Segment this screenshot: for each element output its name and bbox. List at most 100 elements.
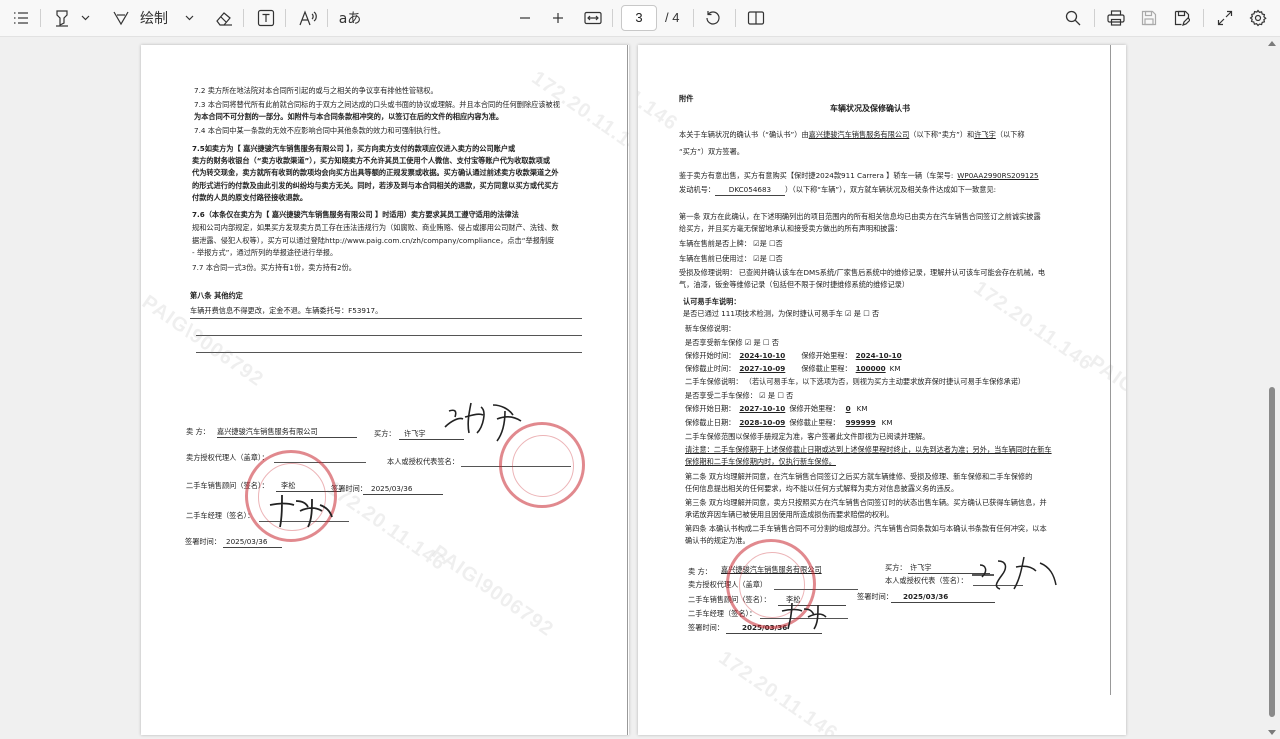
buyer-rep-label: 本人或授权代表（签名）：	[885, 576, 968, 585]
clause-line: 规和公司内部规定，如果买方发现卖方员工存在违法违规行为（如腐败、商业贿赂、侵占或…	[192, 223, 559, 232]
clause-line: 7.6（本条仅在卖方为【 嘉兴捷骏汽车销售服务有限公司 】时适用）卖方要求其员工…	[192, 210, 519, 219]
buyer-label: 买方：	[885, 563, 907, 572]
section8-text: 车辆开费信息不得更改，定金不退。车辆委托号：F53917。	[190, 306, 383, 315]
page-number-input[interactable]: 3	[621, 5, 657, 31]
read-aloud-icon[interactable]	[295, 5, 321, 31]
buyer-signature-icon	[972, 556, 1057, 590]
toolbar-separator	[1203, 9, 1204, 27]
used-warranty-question: 是否享受二手车保修： ☑ 是 ☐ 否	[685, 391, 794, 400]
toolbar: 绘制 aあ 3 / 4	[0, 0, 1280, 37]
article1-line-2: 给买方，并且买方毫无保留地承认和接受卖方做出的所有声明和披露：	[679, 224, 902, 233]
watermark-text: 172.20.11.146	[969, 276, 1097, 376]
scope-line-1: 二手车保修范围以保修手册规定为准，客户签署此文件即视为已阅读并理解。	[685, 432, 930, 441]
clause-line: 7.4 本合同中某一条款的无效不应影响合同中其他条款的效力和可强制执行性。	[194, 126, 445, 135]
repair-line-1: 受损及修理说明： 已查阅并确认该车在DMS系统/厂家售后系统中的维修记录，理解并…	[679, 268, 1046, 277]
sign-date-label: 签署时间：	[857, 592, 893, 601]
page-view-icon[interactable]	[744, 5, 768, 31]
page-total: / 4	[665, 10, 680, 25]
toolbar-separator	[285, 9, 286, 27]
attachment-label: 附件	[679, 94, 694, 103]
manager-signature-icon	[781, 602, 827, 630]
listed-check: 车辆在售前是否上牌： ☑是 ☐否	[679, 239, 783, 248]
toolbar-separator	[40, 9, 41, 27]
save-as-icon[interactable]	[1170, 5, 1194, 31]
used-warranty-end-row: 保修截止日期： 2028-10-09 保修截止里程： 999999 KM	[685, 418, 893, 427]
certified-title: 认可易手车说明：	[683, 297, 741, 306]
clause-line: 7.5如卖方为【 嘉兴捷骏汽车销售服务有限公司 】，买方向卖方支付的款项应仅进入…	[192, 144, 516, 153]
section8-title: 第八条 其他约定	[190, 291, 243, 300]
fit-width-icon[interactable]	[580, 5, 606, 31]
chevron-down-icon[interactable]	[181, 5, 197, 31]
save-icon[interactable]	[1137, 5, 1161, 31]
watermark-text: PAIG\9006792	[1084, 351, 1126, 452]
new-warranty-start-row: 保修开始时间： 2024-10-10 保修开始里程： 2024-10-10	[685, 351, 902, 360]
intro-line-2: “买方”）双方签署。	[679, 147, 744, 156]
new-warranty-end-row: 保修截止时间： 2027-10-09 保修截止里程： 100000 KM	[685, 364, 901, 373]
page-edge	[1110, 45, 1111, 695]
toolbar-separator	[735, 9, 736, 27]
intro-line-1: 本关于车辆状况的确认书（“确认书”）由嘉兴捷骏汽车销售服务有限公司（以下称“卖方…	[679, 130, 1025, 139]
scroll-down-arrow-icon[interactable]	[1268, 730, 1276, 735]
document-viewer[interactable]: 7.2 卖方所在地法院对本合同所引起的或与之相关的争议享有排他性管辖权。 7.3 …	[0, 37, 1264, 739]
watermark-text: 172.20.11.146	[714, 646, 842, 735]
article4-line-2: 确认书的规定为准。	[685, 536, 750, 545]
repair-line-2: 气，油漆，钣金等维修记录（包括但不限于保时捷维修系统的维修记录）	[679, 280, 910, 289]
confirmation-title: 车辆状况及保修确认书	[830, 104, 910, 113]
draw-icon	[113, 11, 129, 26]
vertical-scrollbar[interactable]	[1264, 37, 1280, 739]
clause-line: 7.7 本合同一式3份。买方持有1份，卖方持有2份。	[192, 263, 356, 272]
sign-date: 2025/03/36	[363, 483, 443, 495]
clause-line: 为本合同不可分割的一部分。如附件与本合同条款相冲突的，以签订在后的文件的相应内容…	[194, 112, 504, 121]
text-options-button[interactable]: aあ	[336, 5, 364, 31]
clause-line: 据泄露、侵犯人权等），买方可以通过登陆http://www.paig.com.c…	[192, 236, 555, 245]
document-page-left: 7.2 卖方所在地法院对本合同所引起的或与之相关的争议享有排他性管辖权。 7.3 …	[141, 45, 629, 735]
buyer-signature-icon	[444, 402, 522, 442]
draw-button[interactable]: 绘制	[112, 5, 192, 31]
blank-line	[196, 335, 582, 336]
bottom-date-label: 签署时间：	[688, 623, 724, 632]
watermark-text: PAIG\9006792	[427, 541, 558, 642]
seller-label: 卖 方：	[186, 427, 210, 436]
toolbar-separator	[612, 9, 613, 27]
contents-list-icon[interactable]	[8, 5, 34, 31]
seller-agent-label: 卖方授权代理人（盖章）：	[186, 453, 269, 462]
settings-gear-icon[interactable]	[1246, 5, 1270, 31]
clause-line: 付款的人员的原支付路径接收退款。	[192, 193, 308, 202]
scroll-up-arrow-icon[interactable]	[1268, 41, 1276, 46]
watermark-text: 172.20.11.146	[527, 66, 629, 166]
blank-line	[196, 352, 582, 353]
scrollbar-thumb[interactable]	[1269, 387, 1275, 717]
text-box-icon[interactable]	[253, 5, 279, 31]
toolbar-separator	[1094, 9, 1095, 27]
certified-question: 是否已通过 111项技术检测，为保时捷认可易手车 ☑ 是 ☐ 否	[683, 309, 880, 318]
clause-line: 7.3 本合同将替代所有此前就合同标的于双方之间达成的口头或书面的协议或理解。并…	[194, 100, 560, 109]
print-icon[interactable]	[1104, 5, 1128, 31]
zoom-out-icon[interactable]	[514, 5, 536, 31]
page-edge	[627, 45, 628, 735]
buyer-label: 买方：	[374, 429, 396, 438]
document-page-right: 附件 车辆状况及保修确认书 本关于车辆状况的确认书（“确认书”）由嘉兴捷骏汽车销…	[638, 45, 1126, 735]
watermark-text: 172.20.11.146	[638, 45, 682, 136]
clause-line: 7.2 卖方所在地法院对本合同所引起的或与之相关的争议享有排他性管辖权。	[194, 86, 438, 95]
toolbar-separator	[693, 9, 694, 27]
chevron-down-icon[interactable]	[77, 5, 93, 31]
article3-line-2: 承诺放弃因车辆已被使用且因使用所造成损伤而要求赔偿的权利。	[685, 510, 894, 519]
eraser-icon[interactable]	[211, 5, 237, 31]
clause-line: - 举报方式”，通过所列的举报途径进行举报。	[192, 248, 338, 257]
fullscreen-icon[interactable]	[1213, 5, 1237, 31]
purchase-line-2: 发动机号： DKC054683 ）（以下称“车辆”），双方就车辆状况及相关条件达成如…	[679, 185, 997, 196]
toolbar-separator	[327, 9, 328, 27]
used-warranty-start-row: 保修开始日期： 2027-10-10 保修开始里程： 0 KM	[685, 404, 868, 413]
zoom-in-icon[interactable]	[547, 5, 569, 31]
highlight-icon[interactable]	[50, 5, 74, 31]
clause-line: 的形式进行的付款及由此引发的纠纷均与卖方无关。同时，若涉及到与本合同相关的退款，…	[192, 181, 559, 190]
used-warranty-title: 二手车保修说明： （若认可易手车，以下选项为否，则视为买方主动要求放弃保时捷认可…	[685, 377, 1026, 386]
search-icon[interactable]	[1061, 5, 1085, 31]
seller-label: 卖 方：	[688, 567, 712, 576]
seller-name: 嘉兴捷骏汽车销售服务有限公司	[217, 426, 357, 438]
buyer-rep-label: 本人或授权代表签名：	[387, 457, 459, 466]
used-check: 车辆在售前已使用过： ☑是 ☐否	[679, 254, 783, 263]
rotate-icon[interactable]	[701, 5, 725, 31]
manager-signature-icon	[269, 494, 333, 528]
article1-line-1: 第一条 双方在此确认，在下述明确列出的项目范围内的所有相关信息均已由卖方在汽车销…	[679, 212, 1041, 221]
